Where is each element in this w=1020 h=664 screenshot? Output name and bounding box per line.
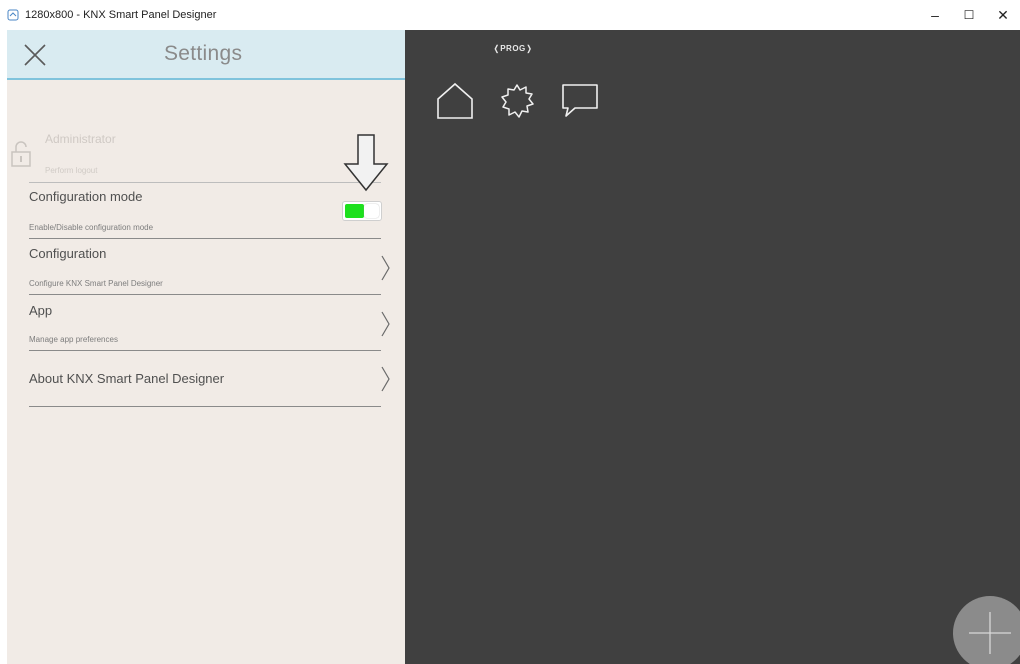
about-row[interactable]: About KNX Smart Panel Designer bbox=[29, 350, 390, 407]
window-titlebar: 1280x800 - KNX Smart Panel Designer – ☐ … bbox=[0, 0, 1020, 30]
close-icon[interactable] bbox=[23, 43, 47, 67]
app-subtitle: Manage app preferences bbox=[29, 335, 118, 344]
window-title: 1280x800 - KNX Smart Panel Designer bbox=[25, 9, 217, 21]
toggle-knob bbox=[364, 204, 379, 218]
app-title: App bbox=[29, 303, 53, 318]
configuration-row[interactable]: Configuration Configure KNX Smart Panel … bbox=[29, 238, 390, 295]
settings-title: Settings bbox=[164, 42, 243, 65]
add-button[interactable] bbox=[953, 596, 1020, 664]
configuration-mode-subtitle: Enable/Disable configuration mode bbox=[29, 223, 154, 232]
maximize-button[interactable]: ☐ bbox=[952, 0, 986, 30]
chevron-right-icon bbox=[381, 255, 390, 281]
prog-label: PROG bbox=[500, 44, 526, 53]
chevron-right-icon bbox=[381, 311, 390, 337]
configuration-mode-row: Configuration mode Enable/Disable config… bbox=[29, 182, 381, 239]
administrator-title: Administrator bbox=[45, 132, 116, 146]
chevron-right-icon bbox=[381, 366, 390, 392]
configuration-title: Configuration bbox=[29, 246, 107, 261]
toggle-on-indicator bbox=[345, 204, 364, 218]
minimize-button[interactable]: – bbox=[918, 0, 952, 30]
window-close-button[interactable]: ✕ bbox=[986, 0, 1020, 30]
panel-canvas: ❬PROG❭ bbox=[405, 30, 1020, 664]
plus-icon bbox=[969, 612, 1011, 654]
administrator-subtitle: Perform logout bbox=[45, 166, 98, 175]
administrator-row[interactable]: Administrator Perform logout bbox=[29, 122, 381, 183]
chat-icon[interactable] bbox=[560, 82, 600, 120]
app-icon bbox=[7, 9, 19, 21]
settings-panel: Settings Administrator Perform logout Co… bbox=[7, 30, 405, 664]
gear-icon[interactable] bbox=[498, 82, 536, 120]
about-title: About KNX Smart Panel Designer bbox=[29, 371, 225, 386]
configuration-subtitle: Configure KNX Smart Panel Designer bbox=[29, 279, 163, 288]
home-icon[interactable] bbox=[435, 82, 475, 120]
down-arrow-icon bbox=[343, 134, 389, 192]
app-row[interactable]: App Manage app preferences bbox=[29, 294, 390, 351]
configuration-mode-toggle[interactable] bbox=[342, 201, 382, 221]
chevron-right-icon: ❭ bbox=[525, 44, 533, 53]
configuration-mode-title: Configuration mode bbox=[29, 189, 143, 204]
settings-header: Settings bbox=[7, 30, 405, 80]
prog-button[interactable]: ❬PROG❭ bbox=[493, 44, 533, 53]
